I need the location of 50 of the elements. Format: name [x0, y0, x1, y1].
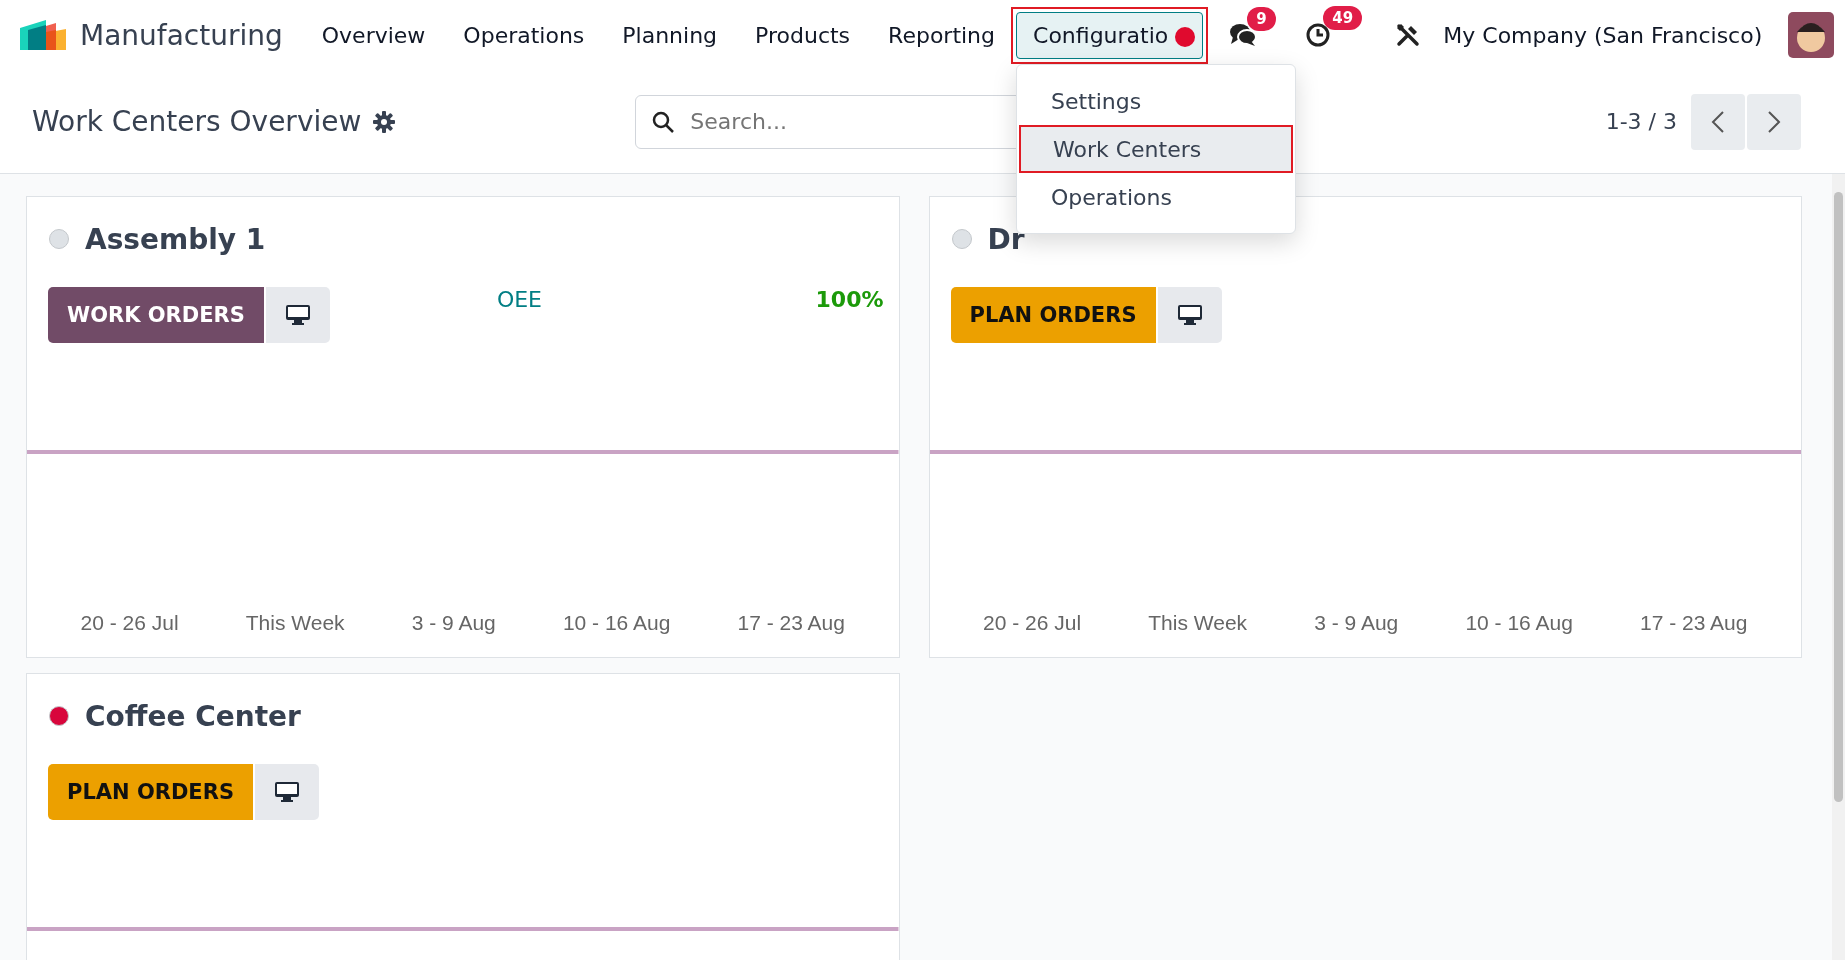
status-dot[interactable] — [49, 229, 69, 249]
avatar[interactable] — [1788, 12, 1835, 58]
scrollbar[interactable] — [1834, 192, 1843, 802]
chat-icon[interactable] — [1229, 23, 1258, 47]
company-switcher[interactable]: My Company (San Francisco) — [1443, 22, 1763, 48]
monitor-icon — [284, 304, 311, 326]
monitor-button[interactable] — [265, 287, 330, 343]
chevron-left-icon — [1711, 109, 1725, 134]
menu-item[interactable]: Products — [738, 11, 868, 59]
week-label: 20 - 26 Jul — [983, 611, 1082, 635]
work-center-name[interactable]: Coffee Center — [85, 699, 301, 733]
orders-button[interactable]: PLAN ORDERS — [48, 764, 253, 820]
orders-button[interactable]: WORK ORDERS — [48, 287, 264, 343]
pager-value: 1-3 / 3 — [1605, 109, 1677, 134]
status-dot[interactable] — [49, 706, 69, 726]
week-label: 10 - 16 Aug — [562, 611, 671, 635]
menu-item[interactable]: Operations — [446, 11, 602, 59]
monitor-icon — [274, 781, 300, 803]
work-center-name[interactable]: Dr — [987, 222, 1025, 256]
monitor-button[interactable] — [255, 764, 319, 820]
week-label: 10 - 16 Aug — [1465, 611, 1573, 635]
monitor-button[interactable] — [1157, 287, 1222, 343]
week-label: This Week — [1148, 611, 1248, 635]
week-label: 17 - 23 Aug — [1640, 611, 1748, 635]
work-center-name[interactable]: Assembly 1 — [85, 222, 266, 256]
week-label: 3 - 9 Aug — [411, 611, 496, 635]
app-logo-icon — [20, 20, 66, 50]
dropdown-item[interactable]: Operations — [1017, 173, 1295, 221]
chevron-right-icon — [1767, 109, 1781, 134]
menu-item[interactable]: Planning — [605, 11, 735, 59]
notification-badge: 9 — [1247, 7, 1276, 31]
oee-value: 100% — [815, 287, 884, 312]
status-dot[interactable] — [951, 229, 972, 249]
app-name[interactable]: Manufacturing — [80, 18, 283, 52]
orders-button[interactable]: PLAN ORDERS — [950, 287, 1156, 343]
dropdown-item[interactable]: Work Centers — [1019, 125, 1293, 173]
search-icon — [651, 109, 676, 134]
week-label: 3 - 9 Aug — [1314, 611, 1399, 635]
tools-icon[interactable] — [1395, 22, 1422, 48]
menu-item[interactable]: Overview — [304, 11, 443, 59]
clock-icon[interactable] — [1305, 22, 1332, 48]
page-title: Work Centers Overview — [32, 105, 362, 138]
notification-badge: 49 — [1323, 6, 1363, 30]
week-label: 20 - 26 Jul — [80, 611, 179, 635]
monitor-icon — [1176, 304, 1203, 326]
week-label: 17 - 23 Aug — [737, 611, 845, 635]
menu-item[interactable]: Reporting — [871, 11, 1013, 59]
menu-item[interactable]: Configuratio — [1016, 11, 1204, 59]
oee-label: OEE — [496, 287, 542, 312]
week-label: This Week — [245, 611, 345, 635]
